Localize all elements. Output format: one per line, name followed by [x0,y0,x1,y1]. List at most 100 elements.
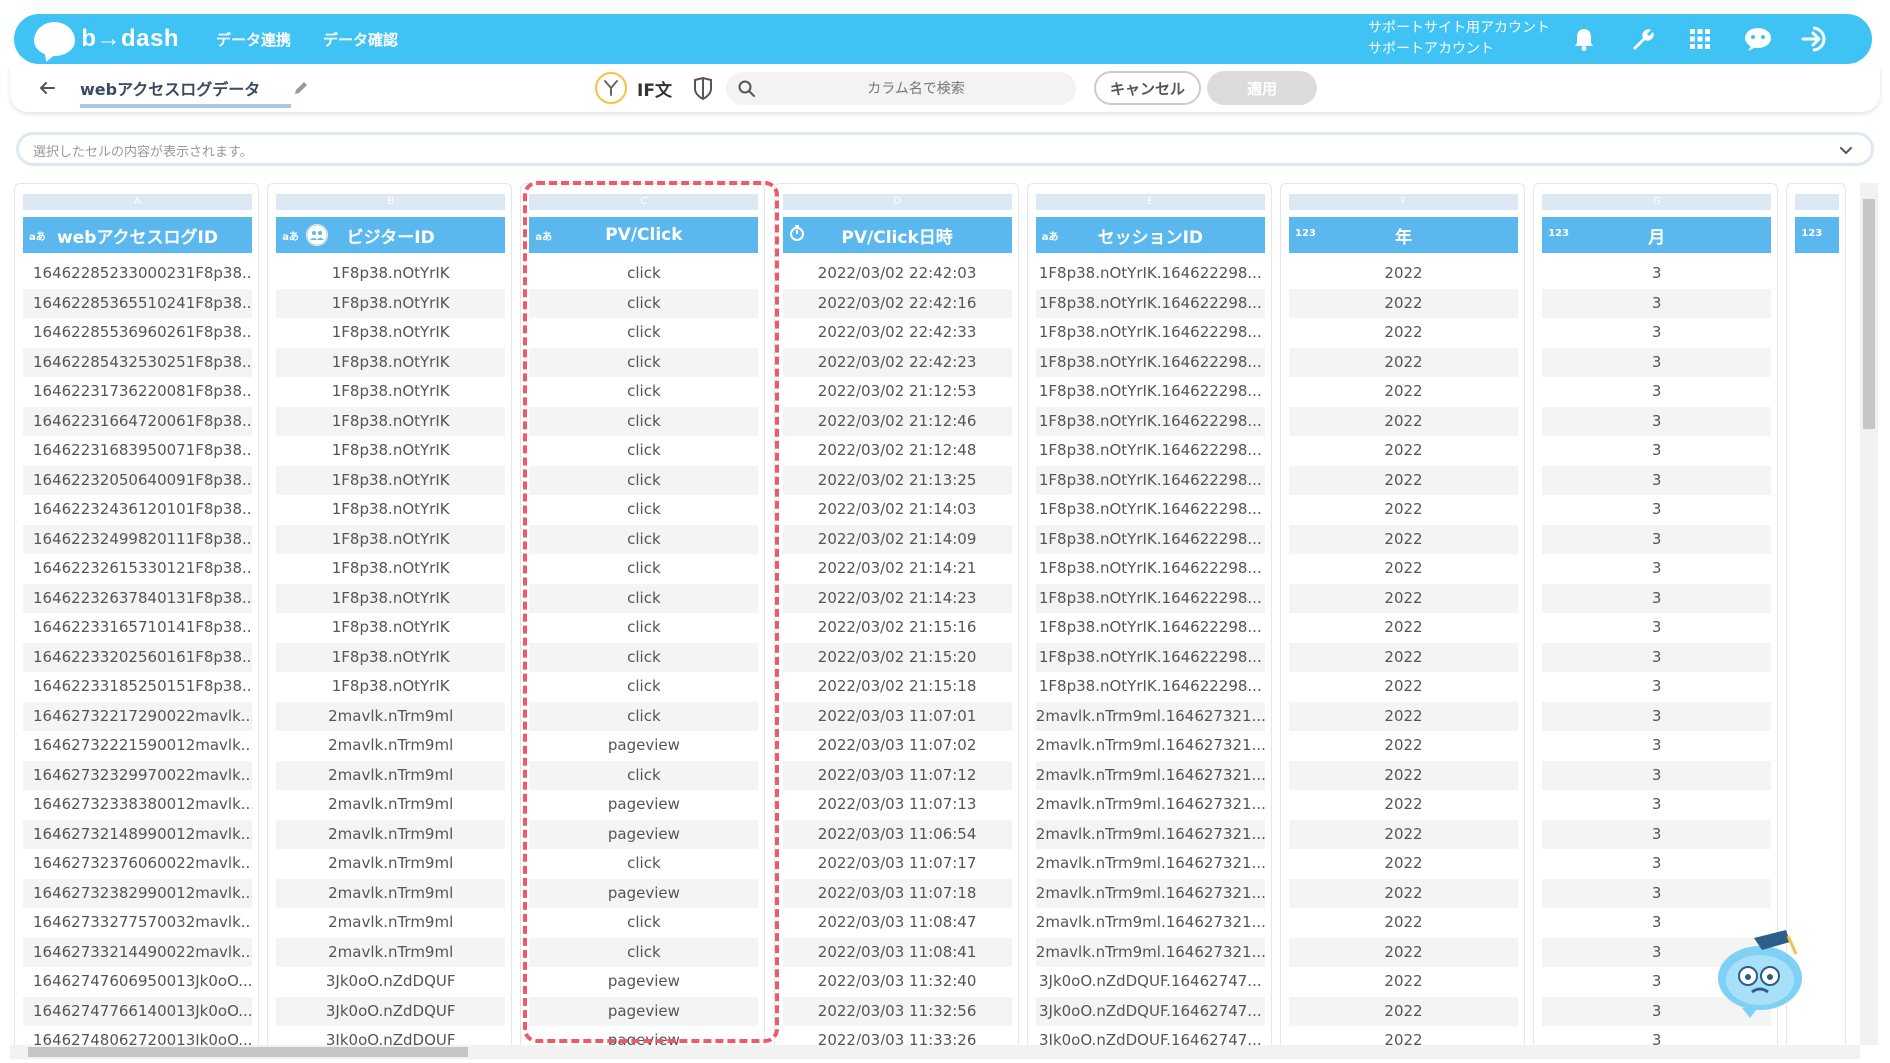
table-cell[interactable]: 16462733214490022mavlk.... [23,937,252,967]
table-cell[interactable]: 1F8p38.nOtYrIK [276,436,506,466]
table-cell[interactable]: 2022 [1289,790,1518,820]
table-cell[interactable]: 16462232436120101F8p38... [23,495,252,525]
table-cell[interactable]: 2022/03/02 21:15:20 [782,642,1012,672]
table-cell[interactable]: 16462233185250151F8p38... [23,672,252,702]
table-cell[interactable]: 2022/03/03 11:07:17 [782,849,1012,879]
table-cell[interactable]: 2mavlk.nTrm9ml [276,849,506,879]
table-cell[interactable]: 2022/03/03 11:06:54 [782,819,1012,849]
horizontal-scroll-thumb[interactable] [28,1047,468,1057]
column-header[interactable]: aあ PV/Click [529,217,759,253]
table-cell[interactable]: 16462748062720013Jk0oO.... [23,1026,252,1045]
column-letter[interactable] [1795,194,1840,210]
table-cell[interactable]: 1F8p38.nOtYrIK [276,672,506,702]
column-header[interactable]: aあ webアクセスログID [23,217,252,253]
table-cell[interactable]: 2mavlk.nTrm9ml.164627321... [1035,878,1265,908]
table-cell[interactable]: 1F8p38.nOtYrIK.164622298... [1035,495,1265,525]
table-cell[interactable]: 16462232615330121F8p38... [23,554,252,584]
account-info[interactable]: サポートサイト用アカウント サポートアカウント [1368,18,1550,60]
table-cell[interactable]: 2022/03/02 22:42:33 [782,318,1012,348]
table-cell[interactable]: 2mavlk.nTrm9ml.164627321... [1035,701,1265,731]
table-cell[interactable]: 2022 [1289,642,1518,672]
table-cell[interactable]: 2mavlk.nTrm9ml.164627321... [1035,790,1265,820]
table-cell[interactable]: 16462732329970022mavlk.... [23,760,252,790]
table-cell[interactable]: 2022 [1289,672,1518,702]
table-cell[interactable]: click [529,849,759,879]
table-cell[interactable]: 2022 [1289,436,1518,466]
table-cell[interactable]: 1F8p38.nOtYrIK [276,259,506,289]
table-cell[interactable]: 16462285233000231F8p38... [23,259,252,289]
table-cell[interactable]: 3 [1542,436,1772,466]
table-cell[interactable]: 2mavlk.nTrm9ml.164627321... [1035,849,1265,879]
table-cell[interactable]: 2022/03/03 11:08:41 [782,937,1012,967]
table-cell[interactable]: 1F8p38.nOtYrIK [276,613,506,643]
table-cell[interactable]: 3Jk0oO.nZdDQUF.16462747... [1035,1026,1265,1045]
table-cell[interactable]: 1F8p38.nOtYrIK [276,495,506,525]
table-cell[interactable]: click [529,613,759,643]
table-title[interactable]: webアクセスログデータ [80,76,291,108]
table-cell[interactable]: 3Jk0oO.nZdDQUF.16462747... [1035,996,1265,1026]
table-cell[interactable]: 2022/03/02 21:12:53 [782,377,1012,407]
column-letter[interactable]: E [1035,194,1265,210]
column-letter[interactable]: F [1289,194,1518,210]
table-cell[interactable]: click [529,701,759,731]
table-cell[interactable]: 2mavlk.nTrm9ml [276,878,506,908]
column-letter[interactable]: D [782,194,1012,210]
table-cell[interactable]: 2022/03/03 11:08:47 [782,908,1012,938]
table-cell[interactable]: 1F8p38.nOtYrIK [276,347,506,377]
table-cell[interactable]: 2022/03/03 11:32:56 [782,996,1012,1026]
column-header[interactable]: aあ セッションID [1035,217,1265,253]
table-cell[interactable]: click [529,288,759,318]
column-header[interactable]: 123 年 [1289,217,1518,253]
table-cell[interactable]: 2022/03/03 11:33:26 [782,1026,1012,1045]
table-cell[interactable]: 1F8p38.nOtYrIK [276,465,506,495]
table-cell[interactable]: 3 [1542,790,1772,820]
table-cell[interactable]: 16462747766140013Jk0oO.... [23,996,252,1026]
column-search[interactable] [726,72,1076,105]
table-cell[interactable]: 3 [1542,878,1772,908]
if-statement-button[interactable]: IF文 [595,72,672,104]
table-cell[interactable]: 2mavlk.nTrm9ml.164627321... [1035,908,1265,938]
cancel-button[interactable]: キャンセル [1094,71,1201,105]
table-cell[interactable]: 16462285432530251F8p38... [23,347,252,377]
table-cell[interactable]: 2022/03/03 11:07:12 [782,760,1012,790]
table-cell[interactable]: 3 [1542,465,1772,495]
table-cell[interactable]: 3 [1542,1026,1772,1045]
logout-icon[interactable] [1800,23,1832,55]
table-cell[interactable]: 2022 [1289,908,1518,938]
table-cell[interactable]: click [529,554,759,584]
chevron-down-icon[interactable] [1837,141,1855,159]
column-search-input[interactable] [766,72,1066,105]
table-cell[interactable]: 2022/03/02 21:12:46 [782,406,1012,436]
table-cell[interactable]: 2mavlk.nTrm9ml [276,908,506,938]
table-cell[interactable]: 1F8p38.nOtYrIK.164622298... [1035,288,1265,318]
table-cell[interactable]: click [529,524,759,554]
table-cell[interactable]: 3 [1542,583,1772,613]
column-header[interactable]: PV/Click日時 [782,217,1012,253]
bdash-logo[interactable]: b→dash [34,20,179,58]
table-cell[interactable]: 1F8p38.nOtYrIK [276,406,506,436]
table-cell[interactable]: 16462732338380012mavlk.... [23,790,252,820]
table-cell[interactable]: click [529,908,759,938]
table-cell[interactable]: 1F8p38.nOtYrIK.164622298... [1035,377,1265,407]
table-cell[interactable]: 2022/03/02 21:15:16 [782,613,1012,643]
horizontal-scrollbar[interactable] [10,1045,1860,1059]
table-cell[interactable]: click [529,259,759,289]
table-cell[interactable]: 3 [1542,347,1772,377]
table-cell[interactable]: click [529,642,759,672]
column-header[interactable]: 123 月 [1542,217,1772,253]
table-cell[interactable]: pageview [529,790,759,820]
mascot-helper-icon[interactable] [1712,920,1812,1020]
table-cell[interactable]: 16462231736220081F8p38... [23,377,252,407]
table-cell[interactable]: 1F8p38.nOtYrIK.164622298... [1035,465,1265,495]
table-cell[interactable]: 1F8p38.nOtYrIK [276,554,506,584]
column-header[interactable]: 123 [1795,217,1840,253]
back-arrow-icon[interactable] [36,77,58,99]
apply-button[interactable]: 適用 [1207,71,1317,105]
table-cell[interactable]: 2022/03/02 21:13:25 [782,465,1012,495]
wrench-icon[interactable] [1626,23,1658,55]
table-cell[interactable]: 2022/03/03 11:07:02 [782,731,1012,761]
table-cell[interactable]: 2022 [1289,465,1518,495]
table-cell[interactable]: 3 [1542,495,1772,525]
table-cell[interactable]: 2022/03/03 11:32:40 [782,967,1012,997]
table-cell[interactable]: 16462232050640091F8p38... [23,465,252,495]
